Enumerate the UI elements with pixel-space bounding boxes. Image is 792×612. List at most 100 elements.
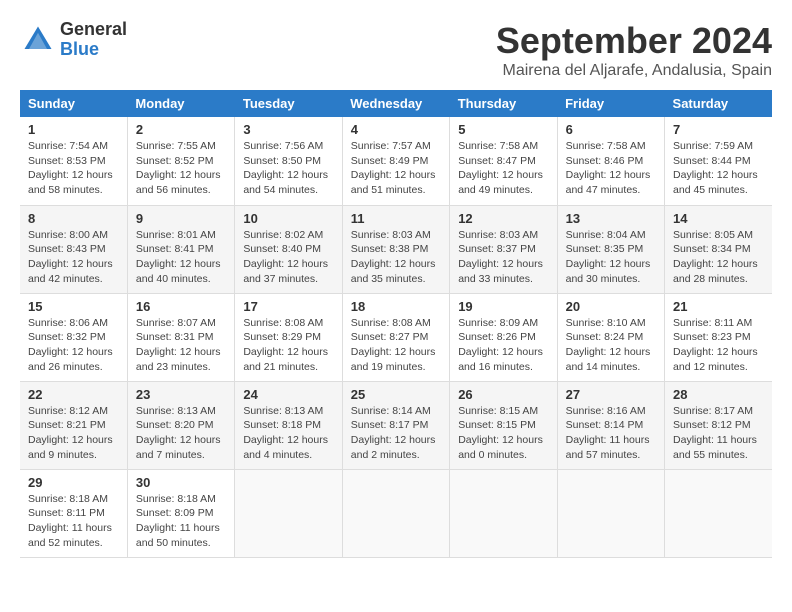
- day-number: 4: [351, 122, 441, 137]
- day-number: 7: [673, 122, 764, 137]
- day-info: Sunrise: 8:08 AM Sunset: 8:27 PM Dayligh…: [351, 316, 441, 375]
- day-number: 5: [458, 122, 548, 137]
- col-wednesday: Wednesday: [342, 90, 449, 117]
- day-info: Sunrise: 8:18 AM Sunset: 8:11 PM Dayligh…: [28, 492, 119, 551]
- day-number: 29: [28, 475, 119, 490]
- col-thursday: Thursday: [450, 90, 557, 117]
- day-number: 11: [351, 211, 441, 226]
- table-row: 9Sunrise: 8:01 AM Sunset: 8:41 PM Daylig…: [127, 205, 234, 293]
- day-number: 30: [136, 475, 226, 490]
- logo-general-text: General: [60, 20, 127, 40]
- week-row: 8 Sunrise: 8:00 AM Sunset: 8:43 PM Daylig…: [20, 205, 772, 293]
- table-row: 28Sunrise: 8:17 AM Sunset: 8:12 PM Dayli…: [665, 381, 772, 469]
- table-row: 25 Sunrise: 8:14 AM Sunset: 8:17 PM Dayli…: [342, 381, 449, 469]
- day-info: Sunrise: 8:17 AM Sunset: 8:12 PM Dayligh…: [673, 404, 764, 463]
- day-info: Sunrise: 8:03 AM Sunset: 8:37 PM Dayligh…: [458, 228, 548, 287]
- week-row: 22 Sunrise: 8:12 AM Sunset: 8:21 PM Dayli…: [20, 381, 772, 469]
- week-row: 15 Sunrise: 8:06 AM Sunset: 8:32 PM Dayli…: [20, 293, 772, 381]
- day-info: Sunrise: 8:11 AM Sunset: 8:23 PM Dayligh…: [673, 316, 764, 375]
- table-row: [235, 469, 342, 557]
- week-row: 1Sunrise: 7:54 AM Sunset: 8:53 PM Daylig…: [20, 117, 772, 205]
- day-info: Sunrise: 8:08 AM Sunset: 8:29 PM Dayligh…: [243, 316, 333, 375]
- day-number: 16: [136, 299, 226, 314]
- col-tuesday: Tuesday: [235, 90, 342, 117]
- day-number: 8: [28, 211, 119, 226]
- day-info: Sunrise: 8:00 AM Sunset: 8:43 PM Dayligh…: [28, 228, 119, 287]
- table-row: 10 Sunrise: 8:02 AM Sunset: 8:40 PM Dayli…: [235, 205, 342, 293]
- table-row: 23 Sunrise: 8:13 AM Sunset: 8:20 PM Dayli…: [127, 381, 234, 469]
- table-row: 7 Sunrise: 7:59 AM Sunset: 8:44 PM Daylig…: [665, 117, 772, 205]
- day-number: 24: [243, 387, 333, 402]
- day-info: Sunrise: 8:15 AM Sunset: 8:15 PM Dayligh…: [458, 404, 548, 463]
- col-friday: Friday: [557, 90, 664, 117]
- table-row: 11 Sunrise: 8:03 AM Sunset: 8:38 PM Dayli…: [342, 205, 449, 293]
- day-number: 1: [28, 122, 119, 137]
- table-row: [450, 469, 557, 557]
- table-row: 8 Sunrise: 8:00 AM Sunset: 8:43 PM Daylig…: [20, 205, 127, 293]
- day-number: 20: [566, 299, 656, 314]
- day-number: 26: [458, 387, 548, 402]
- day-number: 6: [566, 122, 656, 137]
- month-title: September 2024: [496, 20, 772, 62]
- day-number: 15: [28, 299, 119, 314]
- table-row: 16 Sunrise: 8:07 AM Sunset: 8:31 PM Dayli…: [127, 293, 234, 381]
- col-sunday: Sunday: [20, 90, 127, 117]
- day-info: Sunrise: 8:05 AM Sunset: 8:34 PM Dayligh…: [673, 228, 764, 287]
- table-row: 6 Sunrise: 7:58 AM Sunset: 8:46 PM Daylig…: [557, 117, 664, 205]
- day-info: Sunrise: 7:59 AM Sunset: 8:44 PM Dayligh…: [673, 139, 764, 198]
- logo-blue-text: Blue: [60, 40, 127, 60]
- table-row: 3Sunrise: 7:56 AM Sunset: 8:50 PM Daylig…: [235, 117, 342, 205]
- header: General Blue September 2024 Mairena del …: [20, 20, 772, 80]
- day-number: 17: [243, 299, 333, 314]
- table-row: 2 Sunrise: 7:55 AM Sunset: 8:52 PM Daylig…: [127, 117, 234, 205]
- day-info: Sunrise: 8:14 AM Sunset: 8:17 PM Dayligh…: [351, 404, 441, 463]
- table-row: 1Sunrise: 7:54 AM Sunset: 8:53 PM Daylig…: [20, 117, 127, 205]
- day-info: Sunrise: 8:13 AM Sunset: 8:20 PM Dayligh…: [136, 404, 226, 463]
- table-row: [557, 469, 664, 557]
- day-number: 13: [566, 211, 656, 226]
- day-info: Sunrise: 8:01 AM Sunset: 8:41 PM Dayligh…: [136, 228, 226, 287]
- title-area: September 2024 Mairena del Aljarafe, And…: [496, 20, 772, 80]
- day-number: 2: [136, 122, 226, 137]
- day-info: Sunrise: 8:16 AM Sunset: 8:14 PM Dayligh…: [566, 404, 656, 463]
- day-info: Sunrise: 7:57 AM Sunset: 8:49 PM Dayligh…: [351, 139, 441, 198]
- table-row: 21Sunrise: 8:11 AM Sunset: 8:23 PM Dayli…: [665, 293, 772, 381]
- day-number: 10: [243, 211, 333, 226]
- col-saturday: Saturday: [665, 90, 772, 117]
- day-info: Sunrise: 8:10 AM Sunset: 8:24 PM Dayligh…: [566, 316, 656, 375]
- location-subtitle: Mairena del Aljarafe, Andalusia, Spain: [496, 62, 772, 80]
- table-row: 4 Sunrise: 7:57 AM Sunset: 8:49 PM Daylig…: [342, 117, 449, 205]
- table-row: [665, 469, 772, 557]
- logo: General Blue: [20, 20, 127, 60]
- day-number: 12: [458, 211, 548, 226]
- day-info: Sunrise: 8:06 AM Sunset: 8:32 PM Dayligh…: [28, 316, 119, 375]
- day-info: Sunrise: 7:58 AM Sunset: 8:47 PM Dayligh…: [458, 139, 548, 198]
- table-row: 19 Sunrise: 8:09 AM Sunset: 8:26 PM Dayli…: [450, 293, 557, 381]
- day-info: Sunrise: 8:04 AM Sunset: 8:35 PM Dayligh…: [566, 228, 656, 287]
- table-row: 27 Sunrise: 8:16 AM Sunset: 8:14 PM Dayli…: [557, 381, 664, 469]
- day-number: 25: [351, 387, 441, 402]
- day-number: 23: [136, 387, 226, 402]
- calendar-table: Sunday Monday Tuesday Wednesday Thursday…: [20, 90, 772, 558]
- day-info: Sunrise: 7:55 AM Sunset: 8:52 PM Dayligh…: [136, 139, 226, 198]
- week-row: 29 Sunrise: 8:18 AM Sunset: 8:11 PM Dayli…: [20, 469, 772, 557]
- table-row: 13 Sunrise: 8:04 AM Sunset: 8:35 PM Dayli…: [557, 205, 664, 293]
- day-info: Sunrise: 8:07 AM Sunset: 8:31 PM Dayligh…: [136, 316, 226, 375]
- day-number: 27: [566, 387, 656, 402]
- day-info: Sunrise: 8:02 AM Sunset: 8:40 PM Dayligh…: [243, 228, 333, 287]
- table-row: 18Sunrise: 8:08 AM Sunset: 8:27 PM Dayli…: [342, 293, 449, 381]
- day-number: 22: [28, 387, 119, 402]
- table-row: 5 Sunrise: 7:58 AM Sunset: 8:47 PM Daylig…: [450, 117, 557, 205]
- table-row: 15 Sunrise: 8:06 AM Sunset: 8:32 PM Dayli…: [20, 293, 127, 381]
- day-info: Sunrise: 8:09 AM Sunset: 8:26 PM Dayligh…: [458, 316, 548, 375]
- day-info: Sunrise: 7:58 AM Sunset: 8:46 PM Dayligh…: [566, 139, 656, 198]
- header-row: Sunday Monday Tuesday Wednesday Thursday…: [20, 90, 772, 117]
- day-info: Sunrise: 8:12 AM Sunset: 8:21 PM Dayligh…: [28, 404, 119, 463]
- table-row: [342, 469, 449, 557]
- table-row: 24Sunrise: 8:13 AM Sunset: 8:18 PM Dayli…: [235, 381, 342, 469]
- table-row: 14Sunrise: 8:05 AM Sunset: 8:34 PM Dayli…: [665, 205, 772, 293]
- day-number: 19: [458, 299, 548, 314]
- logo-icon: [20, 22, 56, 58]
- table-row: 30Sunrise: 8:18 AM Sunset: 8:09 PM Dayli…: [127, 469, 234, 557]
- day-info: Sunrise: 8:03 AM Sunset: 8:38 PM Dayligh…: [351, 228, 441, 287]
